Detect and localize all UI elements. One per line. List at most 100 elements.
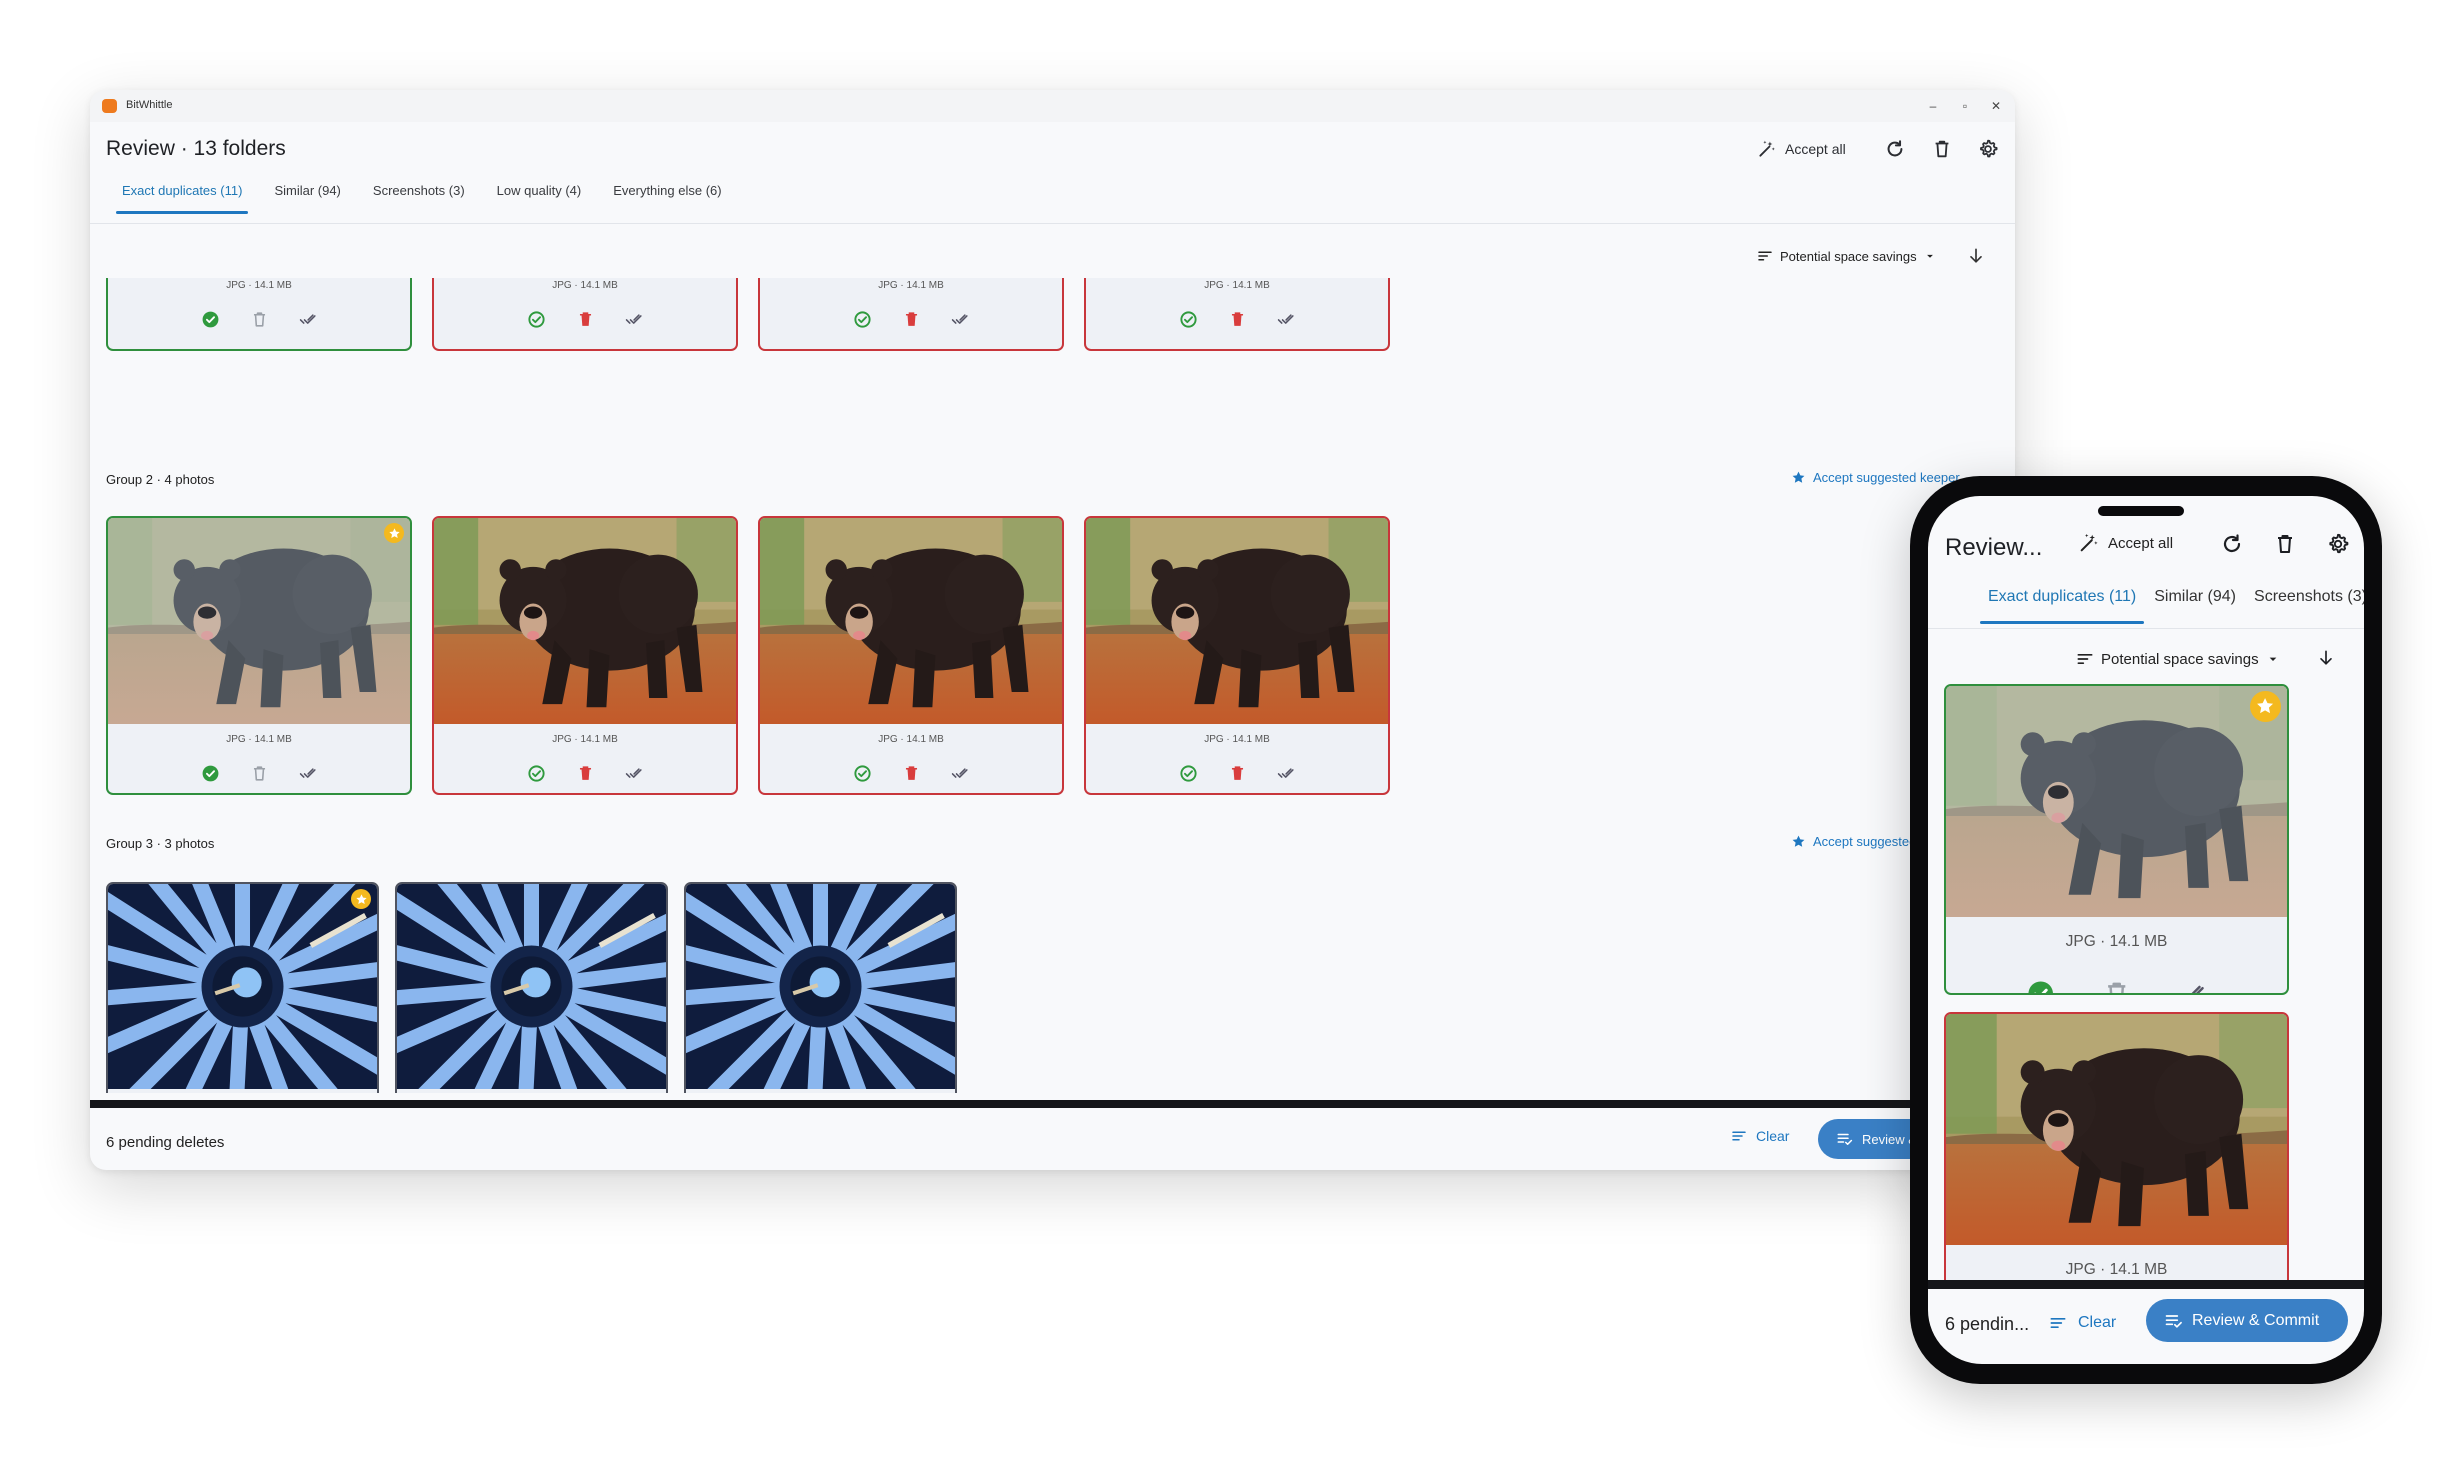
photo-card[interactable]: JPG · 14.1 MB [1944,1012,2289,1280]
tab-screenshots[interactable]: Screenshots (3) [357,180,481,218]
keep-all-button[interactable] [1277,310,1296,334]
phone-refresh-button[interactable] [2220,532,2244,561]
keep-all-button[interactable] [299,310,318,334]
accept-suggested-keeper-button[interactable]: Accept suggested keeper [1791,470,1960,485]
delete-button[interactable] [576,310,595,334]
check-circle-icon [853,764,872,783]
star-icon [2255,696,2275,716]
maximize-button[interactable]: ▫ [1953,96,1977,116]
keep-all-button[interactable] [299,764,318,788]
keep-button[interactable] [853,310,872,334]
keep-all-button[interactable] [1277,764,1296,788]
photo-card[interactable]: JPG · 14.1 MB [106,278,412,351]
photo-card[interactable]: JPG · 14.1 MB [106,516,412,795]
pending-deletes-count: 6 pending deletes [106,1134,225,1151]
keep-button[interactable] [527,764,546,788]
trash-icon [1931,138,1953,160]
keep-all-button[interactable] [951,310,970,334]
delete-button[interactable] [2102,979,2131,995]
check-circle-icon [853,310,872,329]
keep-all-button[interactable] [2178,979,2207,995]
close-button[interactable]: ✕ [1984,96,2008,116]
tab-everything-else[interactable]: Everything else (6) [597,180,737,218]
tab-exact-duplicates[interactable]: Exact duplicates (11) [106,180,258,218]
photo-card[interactable]: JPG · 14.1 MB [432,516,738,795]
photo-card[interactable]: JPG · 14.1 MB [1084,516,1390,795]
delete-button[interactable] [1228,310,1247,334]
keep-all-button[interactable] [625,310,644,334]
delete-button[interactable] [576,764,595,788]
accept-all-button[interactable]: Accept all [1757,134,1846,164]
photo-thumbnail[interactable] [686,884,955,1089]
photo-meta: JPG · 14.1 MB [1204,280,1270,291]
sort-dropdown[interactable]: Potential space savings [1756,247,1937,265]
keep-button[interactable] [201,764,220,788]
delete-button[interactable] [250,764,269,788]
delete-button[interactable] [902,764,921,788]
clear-icon [2048,1313,2068,1333]
clear-button[interactable]: Clear [1730,1127,1789,1145]
phone-groups-scroll-area[interactable]: JPG · 14.1 MB JPG · 14.1 MB [1928,678,2364,1280]
tab-low-quality[interactable]: Low quality (4) [481,180,598,218]
groups-scroll-area[interactable]: JPG · 14.1 MB JPG · 14.1 MB JPG · 14.1 MB J… [90,278,2015,1093]
photo-thumbnail[interactable] [1086,518,1388,724]
keep-button[interactable] [1179,310,1198,334]
phone-tab-similar[interactable]: Similar (94) [2154,588,2254,624]
phone-trash-button[interactable] [2273,532,2297,561]
keep-button[interactable] [1179,764,1198,788]
photo-card[interactable]: JPG · 2.7 MB [395,882,668,1093]
photo-thumbnail[interactable] [1946,686,2287,917]
photo-thumbnail[interactable] [1946,1014,2287,1245]
group-title: Group 3 · 3 photos [106,836,215,851]
photo-card[interactable]: JPG · 14.1 MB [432,278,738,351]
photo-meta: JPG · 14.1 MB [552,280,618,291]
delete-button[interactable] [1228,764,1247,788]
phone-sort-direction-button[interactable] [2316,648,2336,673]
photo-card[interactable]: JPG · 14.1 MB [1084,278,1390,351]
phone-screen: Review... Accept all Exact duplicates (1… [1928,496,2364,1364]
photo-card[interactable]: JPG · 2.7 MB [106,882,379,1093]
photo-card[interactable]: JPG · 14.1 MB [1944,684,2289,995]
phone-sort-dropdown[interactable]: Potential space savings [2075,649,2281,669]
tab-similar[interactable]: Similar (94) [258,180,356,218]
photo-meta: JPG · 14.1 MB [878,280,944,291]
keep-button[interactable] [853,764,872,788]
phone-accept-all-button[interactable]: Accept all [2078,532,2173,554]
phone-settings-button[interactable] [2326,532,2350,561]
photo-thumbnail[interactable] [108,884,377,1089]
delete-button[interactable] [902,310,921,334]
photo-thumbnail[interactable] [434,518,736,724]
photo-card[interactable]: JPG · 2.7 MB [684,882,957,1093]
refresh-button[interactable] [1884,134,1906,164]
arrow-down-icon [1966,246,1986,266]
starburst-image [108,884,377,1089]
photo-thumbnail[interactable] [397,884,666,1089]
suggested-keeper-badge [351,889,371,909]
delete-button[interactable] [250,310,269,334]
sloth-bear-faded-image [1946,686,2287,917]
trash-button[interactable] [1931,134,1953,164]
title-bar: BitWhittle – ▫ ✕ [90,90,2015,122]
phone-clear-button[interactable]: Clear [2048,1313,2116,1333]
phone-review-commit-button[interactable]: Review & Commit [2146,1299,2348,1342]
keep-button[interactable] [527,310,546,334]
photo-thumbnail[interactable] [108,518,410,724]
photo-thumbnail[interactable] [760,518,1062,724]
minimize-button[interactable]: – [1921,96,1945,116]
photo-card[interactable]: JPG · 14.1 MB [758,516,1064,795]
photo-actions [1086,764,1388,788]
phone-tab-screenshots[interactable]: Screenshots (3) [2254,588,2364,624]
photo-actions [760,764,1062,788]
keep-button[interactable] [2026,979,2055,995]
photo-actions [108,764,410,788]
sort-direction-button[interactable] [1966,246,1986,271]
phone-tab-exact-duplicates[interactable]: Exact duplicates (11) [1979,588,2154,624]
keep-all-button[interactable] [625,764,644,788]
double-check-icon [2178,979,2207,995]
settings-button[interactable] [1977,134,1999,164]
keep-button[interactable] [201,310,220,334]
double-check-icon [1277,310,1296,329]
photo-actions [434,764,736,788]
photo-card[interactable]: JPG · 14.1 MB [758,278,1064,351]
keep-all-button[interactable] [951,764,970,788]
